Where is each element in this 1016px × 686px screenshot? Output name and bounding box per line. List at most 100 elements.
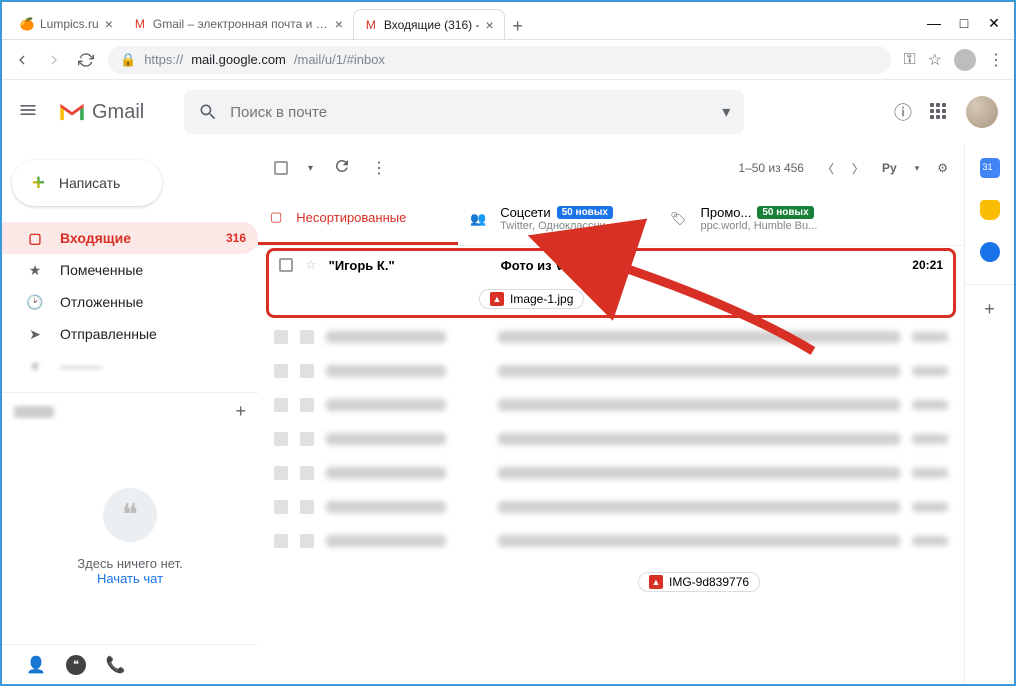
nav-label: Отправленные — [60, 326, 157, 342]
nav-label: ——— — [60, 358, 102, 374]
star-icon: ★ — [26, 262, 44, 279]
back-button[interactable] — [12, 50, 32, 70]
contacts-icon[interactable]: 👤 — [26, 655, 46, 675]
phone-icon[interactable]: 📞 — [106, 655, 126, 675]
nav-snoozed[interactable]: 🕑 Отложенные — [2, 286, 258, 318]
address-bar[interactable]: 🔒 https:// mail.google.com /mail/u/1/#in… — [108, 46, 891, 74]
next-page-button[interactable]: 〉 — [852, 160, 864, 177]
mail-row[interactable] — [258, 456, 964, 490]
close-icon[interactable]: × — [105, 16, 113, 32]
nav-label: Помеченные — [60, 262, 143, 278]
titlebar: 🍊 Lumpics.ru × M Gmail – электронная поч… — [2, 2, 1014, 40]
cat-badge: 50 новых — [557, 206, 613, 219]
nav-label: Входящие — [60, 230, 131, 246]
bookmark-icon[interactable]: ☆ — [928, 50, 942, 70]
cat-label: Несортированные — [296, 210, 406, 225]
gmail-icon: M — [133, 17, 147, 31]
attachment-name: Image-1.jpg — [510, 292, 573, 306]
nav-sent[interactable]: ➤ Отправленные — [2, 318, 258, 350]
hangouts-start-chat[interactable]: Начать чат — [97, 571, 163, 586]
mail-row[interactable] — [258, 422, 964, 456]
search-input[interactable] — [230, 104, 710, 121]
tab-title: Gmail – электронная почта и бе — [153, 17, 329, 31]
key-icon[interactable]: ⚿ — [903, 51, 915, 69]
add-contact-button[interactable]: + — [235, 401, 246, 422]
gmail-body: + Написать ▢ Входящие 316 ★ Помеченные 🕑… — [2, 144, 1014, 684]
image-icon: ▲ — [649, 575, 663, 589]
menu-icon[interactable]: ⋮ — [988, 50, 1004, 70]
tasks-icon[interactable] — [980, 242, 1000, 262]
chevron-down-icon[interactable]: ▾ — [915, 163, 920, 174]
mail-row[interactable] — [258, 320, 964, 354]
mail-list: ☆ "Игорь К." Фото из Viber 20:21 ▲ Image… — [258, 246, 964, 684]
gmail-logo-icon — [58, 101, 86, 123]
mail-row[interactable] — [258, 490, 964, 524]
cat-social[interactable]: 👥 Соцсети 50 новых Twitter, Однокласcни.… — [458, 192, 658, 245]
lock-icon: 🔒 — [120, 52, 136, 68]
mail-row-highlighted[interactable]: ☆ "Игорь К." Фото из Viber 20:21 ▲ Image… — [266, 248, 956, 318]
settings-icon[interactable]: ⚙ — [937, 161, 948, 175]
mail-row[interactable]: ▲IMG-9d839776 — [258, 558, 964, 602]
mail-toolbar: ▾ ⋮ 1–50 из 456 〈 〉 Ру ▾ ⚙ — [258, 144, 964, 192]
tab-title: Входящие (316) - — [384, 18, 480, 32]
people-icon: 👥 — [470, 211, 486, 227]
compose-label: Написать — [59, 175, 120, 191]
profile-icon[interactable] — [954, 49, 976, 71]
maximize-button[interactable]: □ — [958, 17, 970, 29]
minimize-button[interactable]: — — [928, 17, 940, 29]
addons-button[interactable]: + — [965, 284, 1014, 320]
reload-button[interactable] — [76, 50, 96, 70]
prev-page-button[interactable]: 〈 — [822, 160, 834, 177]
refresh-icon[interactable] — [333, 157, 351, 180]
close-icon[interactable]: × — [485, 17, 493, 33]
attachment-chip[interactable]: ▲ Image-1.jpg — [479, 289, 584, 309]
search-box[interactable]: ▾ — [184, 90, 744, 134]
favicon-icon: 🍊 — [20, 17, 34, 31]
account-avatar[interactable] — [966, 96, 998, 128]
chevron-down-icon[interactable]: ▾ — [722, 102, 730, 122]
nav-more[interactable]: ▾ ——— — [2, 350, 258, 382]
browser-window: 🍊 Lumpics.ru × M Gmail – электронная поч… — [0, 0, 1016, 686]
new-tab-button[interactable]: + — [505, 13, 531, 39]
close-button[interactable]: ✕ — [988, 17, 1000, 29]
omnibar: 🔒 https:// mail.google.com /mail/u/1/#in… — [2, 40, 1014, 80]
browser-tab[interactable]: 🍊 Lumpics.ru × — [10, 9, 123, 39]
row-checkbox[interactable] — [279, 258, 293, 272]
compose-button[interactable]: + Написать — [12, 160, 162, 206]
browser-tab[interactable]: M Gmail – электронная почта и бе × — [123, 9, 353, 39]
more-icon[interactable]: ⋮ — [371, 158, 387, 178]
url-scheme: https:// — [144, 52, 183, 67]
gmail-wordmark: Gmail — [92, 101, 144, 124]
nav-starred[interactable]: ★ Помеченные — [2, 254, 258, 286]
cat-promotions[interactable]: 🏷 Промо... 50 новых ppc.world, Humble Bu… — [658, 192, 858, 245]
inbox-icon: ▢ — [26, 230, 44, 247]
star-icon[interactable]: ☆ — [305, 257, 317, 273]
mail-row[interactable] — [258, 524, 964, 558]
gmail-logo[interactable]: Gmail — [58, 101, 144, 124]
keep-icon[interactable] — [980, 200, 1000, 220]
sidebar: + Написать ▢ Входящие 316 ★ Помеченные 🕑… — [2, 144, 258, 684]
mail-row[interactable] — [258, 354, 964, 388]
help-icon[interactable]: ⓘ — [894, 99, 912, 125]
chevron-down-icon[interactable]: ▾ — [308, 163, 313, 174]
mail-row[interactable] — [258, 388, 964, 422]
mail-time: 20:21 — [912, 258, 943, 272]
close-icon[interactable]: × — [335, 16, 343, 32]
nav-inbox[interactable]: ▢ Входящие 316 — [2, 222, 258, 254]
hangouts-icon: ❝ — [103, 488, 157, 542]
clock-icon: 🕑 — [26, 294, 44, 311]
forward-button[interactable] — [44, 50, 64, 70]
input-tools-button[interactable]: Ру — [882, 161, 897, 175]
hangouts-header: + — [2, 392, 258, 430]
select-all-checkbox[interactable] — [274, 161, 288, 175]
hangouts-tab-icon[interactable]: ❝ — [66, 655, 86, 675]
calendar-icon[interactable] — [980, 158, 1000, 178]
cat-primary[interactable]: ▢ Несортированные — [258, 192, 458, 245]
apps-icon[interactable] — [930, 103, 948, 121]
hangouts-name — [14, 406, 54, 418]
hamburger-icon[interactable] — [18, 100, 38, 125]
browser-tab-active[interactable]: M Входящие (316) - × — [353, 9, 505, 39]
mail-subject: Фото из Viber — [501, 258, 901, 273]
gmail-header: Gmail ▾ ⓘ — [2, 80, 1014, 144]
cat-badge: 50 новых — [757, 206, 813, 219]
